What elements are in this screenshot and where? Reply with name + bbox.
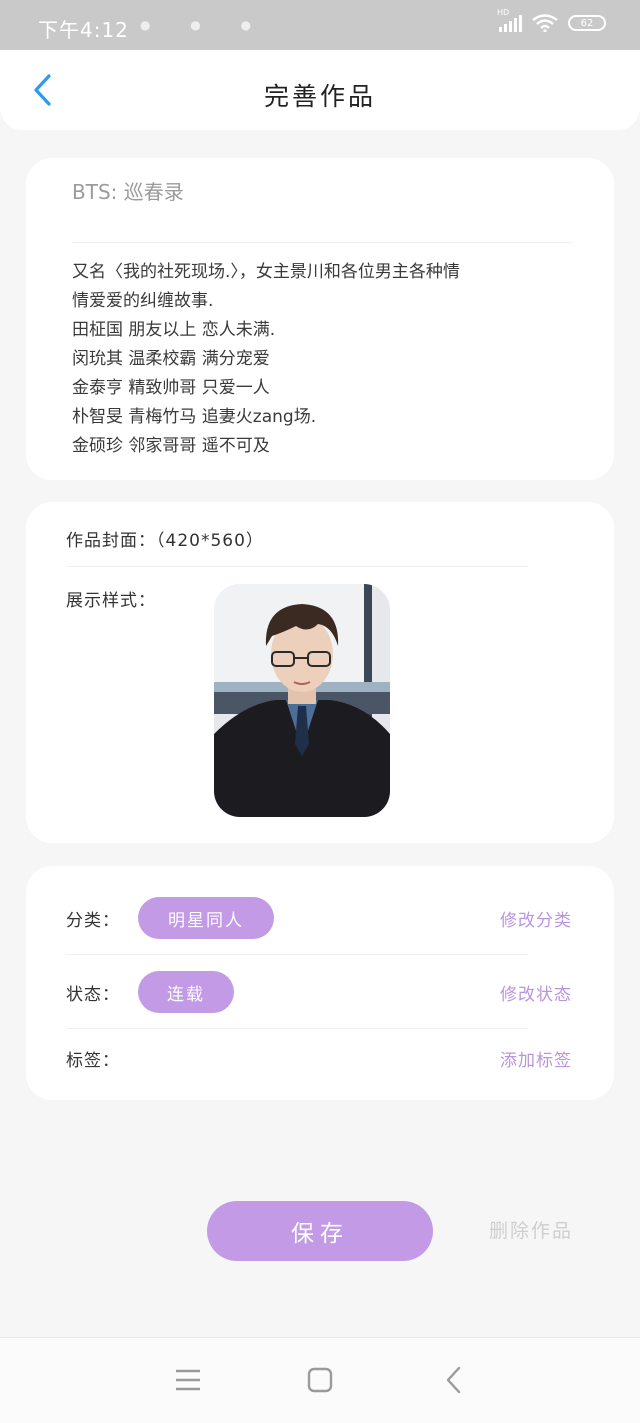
status-bar: 下午4:12 ● ● ● HD 62 bbox=[0, 0, 640, 50]
description-line: 情爱爱的纠缠故事. bbox=[72, 291, 214, 311]
menu-icon[interactable] bbox=[174, 1366, 202, 1394]
page-title: 完善作品 bbox=[263, 82, 376, 111]
signal-icon: HD bbox=[497, 8, 522, 32]
save-button[interactable]: 保存 bbox=[207, 1201, 433, 1261]
header: 完善作品 bbox=[0, 50, 640, 130]
network-label: HD bbox=[497, 8, 510, 17]
category-pill[interactable]: 明星同人 bbox=[138, 897, 274, 939]
work-description[interactable]: 又名〈我的社死现场.〉，女主景川和各位男主各种情 情爱爱的纠缠故事. 田柾国 朋… bbox=[72, 258, 592, 461]
status-label: 状态： bbox=[66, 985, 120, 1005]
notification-icons: ● ● ● bbox=[140, 18, 270, 32]
nav-back-icon[interactable] bbox=[440, 1366, 468, 1394]
work-title[interactable]: BTS: 巡春录 bbox=[72, 176, 184, 205]
description-line: 又名〈我的社死现场.〉，女主景川和各位男主各种情 bbox=[72, 262, 460, 282]
divider bbox=[72, 242, 572, 243]
divider bbox=[66, 954, 528, 955]
description-line: 金泰亨 精致帅哥 只爱一人 bbox=[72, 378, 270, 398]
wifi-icon bbox=[532, 14, 558, 32]
cover-card: 作品封面：（420*560） 展示样式： bbox=[26, 502, 614, 843]
add-tag-link[interactable]: 添加标签 bbox=[500, 1046, 572, 1071]
status-time: 下午4:12 bbox=[38, 18, 129, 42]
display-style-label: 展示样式： bbox=[66, 591, 156, 611]
battery-level: 62 bbox=[580, 17, 594, 29]
edit-status-link[interactable]: 修改状态 bbox=[500, 980, 572, 1005]
description-line: 闵玧其 温柔校霸 满分宠爱 bbox=[72, 349, 270, 369]
meta-card: 分类： 明星同人 修改分类 状态： 连载 修改状态 标签： 添加标签 bbox=[26, 866, 614, 1100]
divider bbox=[66, 566, 528, 567]
system-nav-bar bbox=[0, 1337, 640, 1423]
divider bbox=[66, 1028, 528, 1029]
home-square-icon[interactable] bbox=[306, 1366, 334, 1394]
description-line: 金硕珍 邻家哥哥 遥不可及 bbox=[72, 436, 270, 456]
cover-image[interactable] bbox=[214, 584, 390, 817]
cover-photo bbox=[214, 584, 390, 817]
delete-work-button[interactable]: 删除作品 bbox=[489, 1216, 573, 1243]
work-info-card: BTS: 巡春录 又名〈我的社死现场.〉，女主景川和各位男主各种情 情爱爱的纠缠… bbox=[26, 158, 614, 480]
tags-label: 标签： bbox=[66, 1051, 120, 1071]
battery-icon: 62 bbox=[568, 15, 606, 31]
status-pill[interactable]: 连载 bbox=[138, 971, 234, 1013]
edit-category-link[interactable]: 修改分类 bbox=[500, 906, 572, 931]
description-line: 朴智旻 青梅竹马 追妻火zang场. bbox=[72, 407, 317, 427]
cover-label: 作品封面：（420*560） bbox=[66, 531, 264, 551]
category-label: 分类： bbox=[66, 911, 120, 931]
status-icons: HD 62 bbox=[497, 8, 606, 32]
description-line: 田柾国 朋友以上 恋人未满. bbox=[72, 320, 276, 340]
